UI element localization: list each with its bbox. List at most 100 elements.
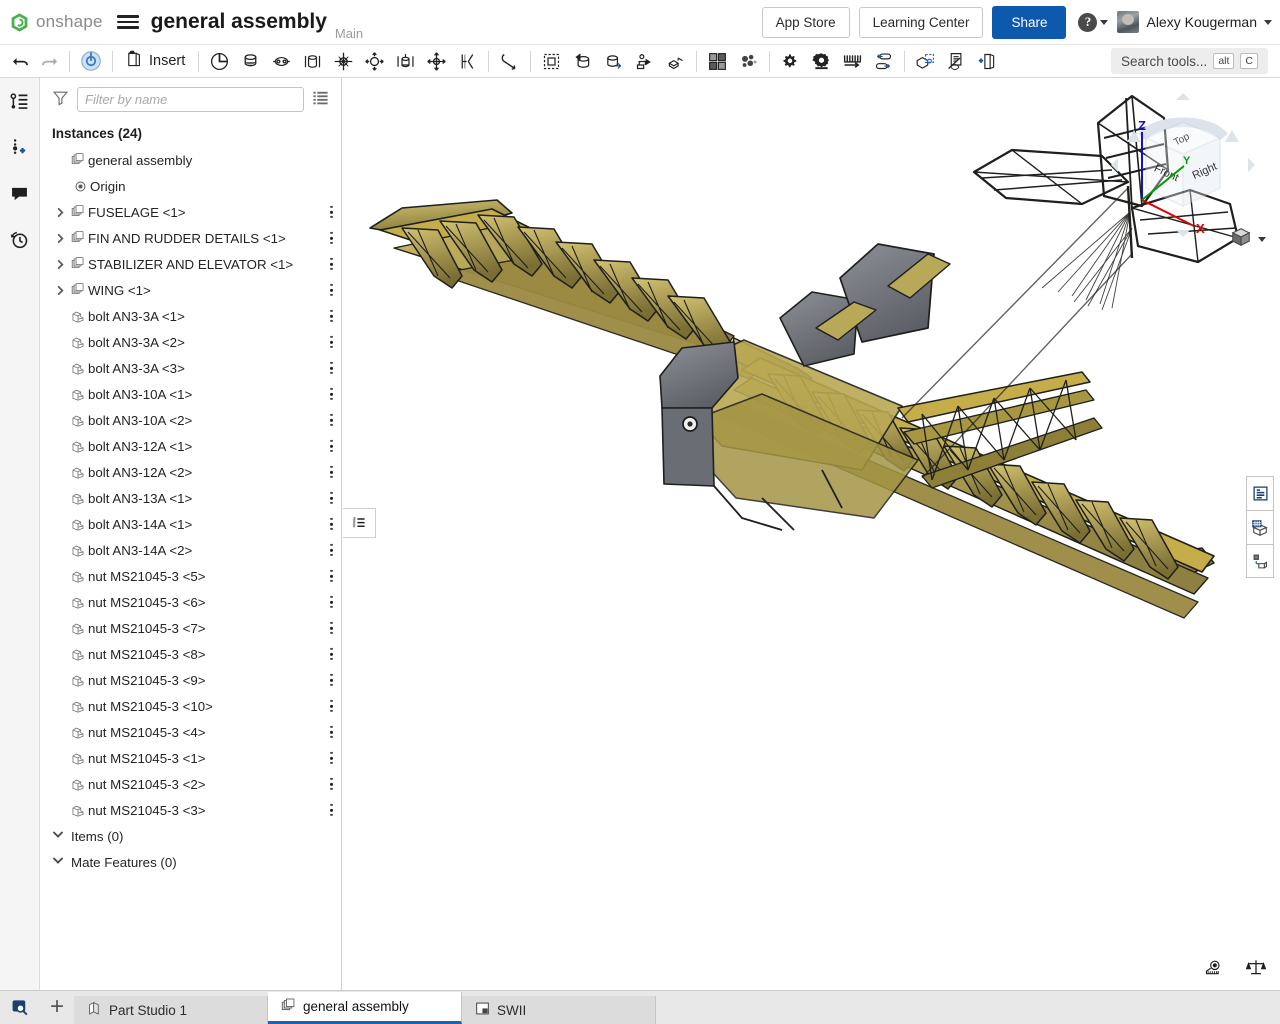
transform-panel-icon[interactable] [1246,544,1274,578]
row-overflow-menu[interactable] [330,336,333,348]
row-overflow-menu[interactable] [330,466,333,478]
tree-section-header[interactable]: Items (0) [40,823,341,849]
tree-row-part[interactable]: bolt AN3-3A <3> [40,355,341,381]
row-overflow-menu[interactable] [330,544,333,556]
row-overflow-menu[interactable] [330,778,333,790]
chevron-right-icon[interactable] [52,259,68,270]
exploded-parts-icon[interactable] [733,46,764,76]
parallel-mate-icon[interactable] [421,46,452,76]
instance-panel-icon[interactable] [1246,476,1274,510]
tree-row-part[interactable]: nut MS21045-3 <9> [40,667,341,693]
rack-and-pinion-icon[interactable] [837,46,868,76]
tree-row-part[interactable]: bolt AN3-12A <1> [40,433,341,459]
tree-row-subassembly[interactable]: WING <1> [40,277,341,303]
assembly-origin-icon[interactable] [75,46,107,76]
row-overflow-menu[interactable] [330,752,333,764]
hide-annotation-icon[interactable] [941,46,972,76]
chevron-down-icon[interactable] [52,853,64,871]
search-input[interactable] [77,87,304,112]
cylindrical-mate-icon[interactable] [266,46,297,76]
tree-row-part[interactable]: nut MS21045-3 <5> [40,563,341,589]
row-overflow-menu[interactable] [330,414,333,426]
hamburger-menu-icon[interactable] [117,15,139,29]
tree-row-subassembly[interactable]: FIN AND RUDDER DETAILS <1> [40,225,341,251]
undo-arrow-icon[interactable] [6,46,35,76]
insert-button[interactable]: Insert [118,50,193,73]
tree-row-part[interactable]: bolt AN3-14A <1> [40,511,341,537]
appearance-cube-icon[interactable] [1246,510,1274,544]
measure-tape-icon[interactable] [1204,957,1224,982]
list-view-icon[interactable] [312,89,331,111]
chevron-right-icon[interactable] [52,207,68,218]
view-cube[interactable]: Top Front Right Z X Y [1108,90,1258,240]
transform-instance-icon[interactable] [868,46,899,76]
tree-row-part[interactable]: bolt AN3-14A <2> [40,537,341,563]
row-overflow-menu[interactable] [330,258,333,270]
tree-row-part[interactable]: bolt AN3-12A <2> [40,459,341,485]
tangent-mate-icon[interactable] [452,46,483,76]
redo-arrow-icon[interactable] [35,46,64,76]
pin-slot-mate-icon[interactable] [390,46,421,76]
tree-row-part[interactable]: bolt AN3-3A <2> [40,329,341,355]
filter-funnel-icon[interactable] [52,89,69,111]
insert-feature-studio-icon[interactable] [972,46,1003,76]
tab-search-icon[interactable] [0,990,40,1024]
row-overflow-menu[interactable] [330,648,333,660]
ball-mate-icon[interactable] [359,46,390,76]
row-overflow-menu[interactable] [330,518,333,530]
tree-row-part[interactable]: nut MS21045-3 <6> [40,589,341,615]
tree-section-header[interactable]: Mate Features (0) [40,849,341,875]
row-overflow-menu[interactable] [330,362,333,374]
app-store-button[interactable]: App Store [762,7,850,38]
tree-row-part[interactable]: nut MS21045-3 <3> [40,797,341,823]
tree-row-part[interactable]: nut MS21045-3 <10> [40,693,341,719]
row-overflow-menu[interactable] [330,596,333,608]
pattern-icon[interactable] [660,46,691,76]
group-mate-icon[interactable] [494,46,525,76]
chevron-down-icon[interactable] [52,827,64,845]
display-state-icon[interactable] [910,46,941,76]
mass-properties-icon[interactable] [1246,957,1266,982]
display-mode-menu[interactable] [1230,226,1266,253]
row-overflow-menu[interactable] [330,622,333,634]
screw-relation-icon[interactable] [806,46,837,76]
document-tab[interactable]: general assembly [268,992,462,1024]
tree-row-root[interactable]: general assembly [40,147,341,173]
row-overflow-menu[interactable] [330,700,333,712]
row-overflow-menu[interactable] [330,232,333,244]
3d-viewport[interactable]: Top Front Right Z X Y [342,78,1280,990]
document-tab[interactable]: Part Studio 1 [74,996,268,1024]
mate-connector-icon[interactable] [204,46,235,76]
tree-row-origin[interactable]: Origin [40,173,341,199]
tree-row-part[interactable]: nut MS21045-3 <4> [40,719,341,745]
row-overflow-menu[interactable] [330,570,333,582]
add-mate-connector-icon[interactable] [5,132,35,162]
row-overflow-menu[interactable] [330,804,333,816]
comments-icon[interactable] [5,178,35,208]
brand-logo[interactable]: onshape [0,12,103,33]
tree-row-part[interactable]: nut MS21045-3 <7> [40,615,341,641]
feature-list-icon[interactable] [5,86,35,116]
mate-connector-add-icon[interactable] [598,46,629,76]
revolute-mate-icon[interactable] [235,46,266,76]
chevron-right-icon[interactable] [52,285,68,296]
gear-relation-icon[interactable] [775,46,806,76]
fastened-mate-icon[interactable] [536,46,567,76]
row-overflow-menu[interactable] [330,674,333,686]
tree-row-part[interactable]: bolt AN3-10A <1> [40,381,341,407]
learning-center-button[interactable]: Learning Center [859,7,984,38]
planar-mate-icon[interactable] [328,46,359,76]
tree-row-part[interactable]: nut MS21045-3 <1> [40,745,341,771]
tree-row-part[interactable]: bolt AN3-3A <1> [40,303,341,329]
tree-row-subassembly[interactable]: STABILIZER AND ELEVATOR <1> [40,251,341,277]
replace-instance-icon[interactable] [567,46,598,76]
row-overflow-menu[interactable] [330,388,333,400]
tree-row-part[interactable]: nut MS21045-3 <8> [40,641,341,667]
tree-row-part[interactable]: bolt AN3-10A <2> [40,407,341,433]
slider-mate-icon[interactable] [297,46,328,76]
document-tab[interactable]: SWII [462,996,656,1024]
instance-list-icon[interactable] [343,508,376,538]
tree-row-part[interactable]: nut MS21045-3 <2> [40,771,341,797]
tree-row-subassembly[interactable]: FUSELAGE <1> [40,199,341,225]
add-tab-button[interactable]: + [40,990,74,1024]
